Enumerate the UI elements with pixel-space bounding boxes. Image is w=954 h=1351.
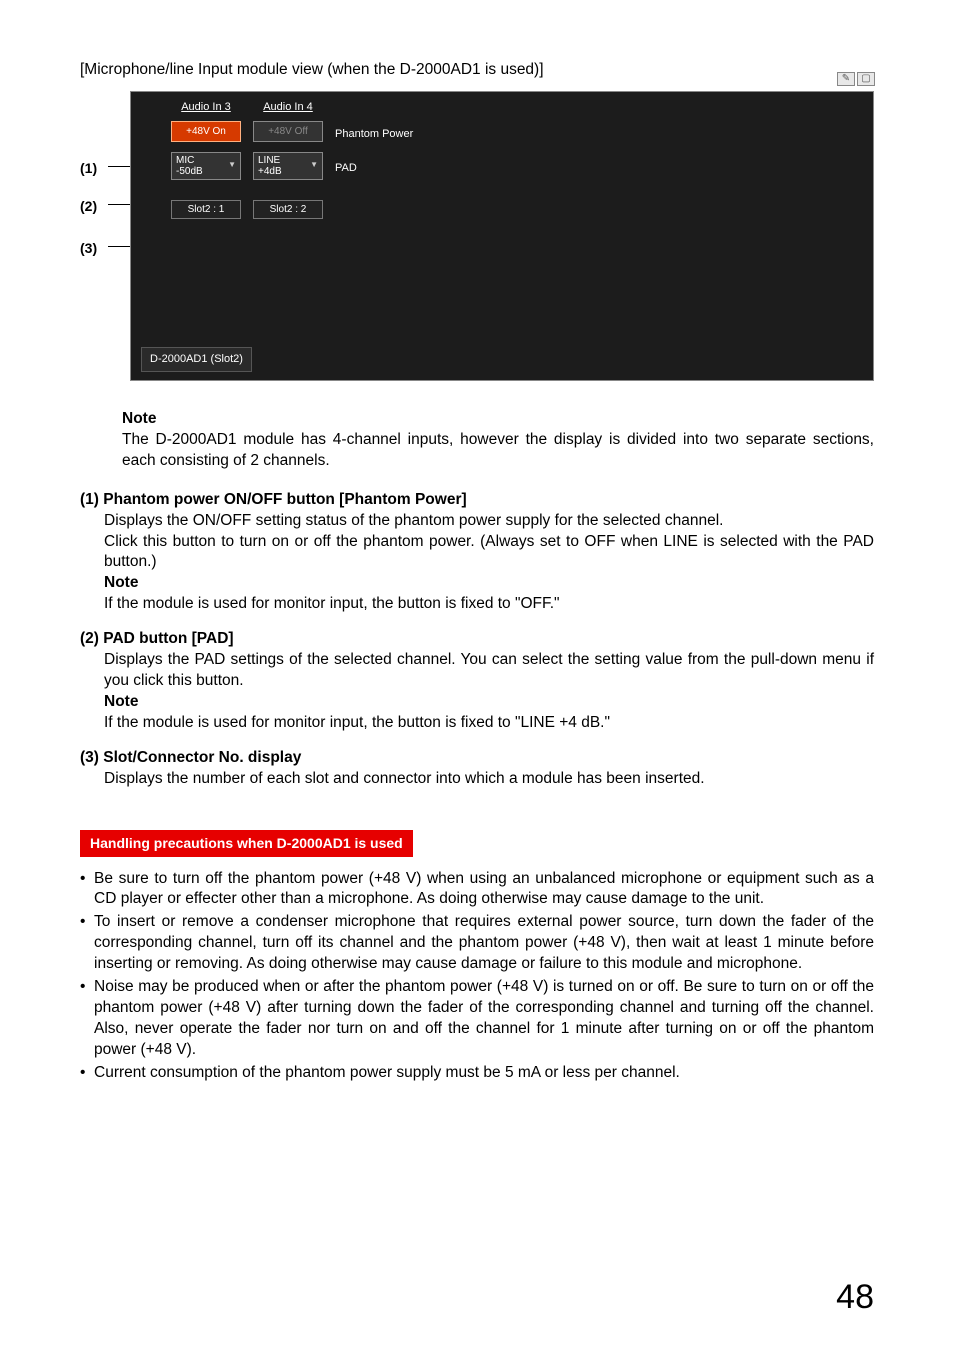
item-number: (3) — [80, 749, 99, 766]
pad-value-line1: MIC — [176, 155, 194, 166]
panel-titlebar-icons: ✎ ▢ — [837, 72, 875, 86]
pad-dropdown[interactable]: LINE +4dB ▼ — [253, 152, 323, 180]
phantom-power-button[interactable]: +48V On — [171, 121, 241, 142]
precaution-item: Noise may be produced when or after the … — [80, 977, 874, 1061]
toggle-icon[interactable]: ▢ — [857, 72, 875, 86]
precaution-list: Be sure to turn off the phantom power (+… — [80, 869, 874, 1084]
item-line: Displays the PAD settings of the selecte… — [104, 650, 874, 692]
pad-value-line2: -50dB — [176, 166, 203, 177]
callout-3: (3) — [80, 239, 97, 258]
channel-label: Audio In 3 — [171, 100, 241, 115]
precaution-item: Current consumption of the phantom power… — [80, 1063, 874, 1084]
callout-2: (2) — [80, 197, 97, 216]
phantom-power-row: +48V On +48V Off Phantom Power — [131, 121, 873, 148]
page-number: 48 — [836, 1275, 874, 1321]
note-title: Note — [104, 692, 874, 713]
figure-caption: [Microphone/line Input module view (when… — [80, 60, 874, 81]
item-title: PAD button [PAD] — [103, 630, 233, 647]
slot-display: Slot2 : 2 — [253, 200, 323, 219]
slot-row: Slot2 : 1 Slot2 : 2 — [131, 200, 873, 225]
figure: (1) (2) (3) ✎ ▢ Audio In 3 Audio In 4 +4… — [80, 91, 874, 381]
callout-column: (1) (2) (3) — [80, 91, 130, 381]
item-title: Phantom power ON/OFF button [Phantom Pow… — [103, 491, 466, 508]
item-number: (1) — [80, 491, 99, 508]
channel-label: Audio In 4 — [253, 100, 323, 115]
edit-icon[interactable]: ✎ — [837, 72, 855, 86]
item-line: Displays the number of each slot and con… — [104, 769, 874, 790]
pad-row: MIC -50dB ▼ LINE +4dB ▼ — [131, 152, 873, 186]
item-3: (3) Slot/Connector No. display Displays … — [80, 748, 874, 790]
item-line: Click this button to turn on or off the … — [104, 532, 874, 574]
pad-value-line1: LINE — [258, 155, 280, 166]
pad-value-line2: +4dB — [258, 166, 282, 177]
device-name-tag: D-2000AD1 (Slot2) — [141, 347, 252, 372]
item-line: Displays the ON/OFF setting status of th… — [104, 511, 874, 532]
item-1: (1) Phantom power ON/OFF button [Phantom… — [80, 490, 874, 616]
slot-display: Slot2 : 1 — [171, 200, 241, 219]
module-view-panel: ✎ ▢ Audio In 3 Audio In 4 +48V On +48V O… — [130, 91, 874, 381]
note-text: If the module is used for monitor input,… — [104, 713, 874, 734]
row-label-phantom: Phantom Power — [335, 127, 413, 142]
row-label-pad: PAD — [335, 161, 357, 176]
note-text: The D-2000AD1 module has 4-channel input… — [122, 430, 874, 472]
note-block: Note The D-2000AD1 module has 4-channel … — [122, 409, 874, 472]
channel-header-row: Audio In 3 Audio In 4 — [131, 100, 873, 121]
note-title: Note — [122, 409, 874, 430]
chevron-down-icon: ▼ — [228, 161, 236, 170]
item-title: Slot/Connector No. display — [103, 749, 301, 766]
precaution-heading: Handling precautions when D-2000AD1 is u… — [80, 830, 413, 857]
precaution-item: To insert or remove a condenser micropho… — [80, 912, 874, 975]
chevron-down-icon: ▼ — [310, 161, 318, 170]
precaution-item: Be sure to turn off the phantom power (+… — [80, 869, 874, 911]
callout-1: (1) — [80, 159, 97, 178]
item-number: (2) — [80, 630, 99, 647]
phantom-power-button[interactable]: +48V Off — [253, 121, 323, 142]
note-text: If the module is used for monitor input,… — [104, 594, 874, 615]
item-2: (2) PAD button [PAD] Displays the PAD se… — [80, 629, 874, 734]
pad-dropdown[interactable]: MIC -50dB ▼ — [171, 152, 241, 180]
note-title: Note — [104, 573, 874, 594]
